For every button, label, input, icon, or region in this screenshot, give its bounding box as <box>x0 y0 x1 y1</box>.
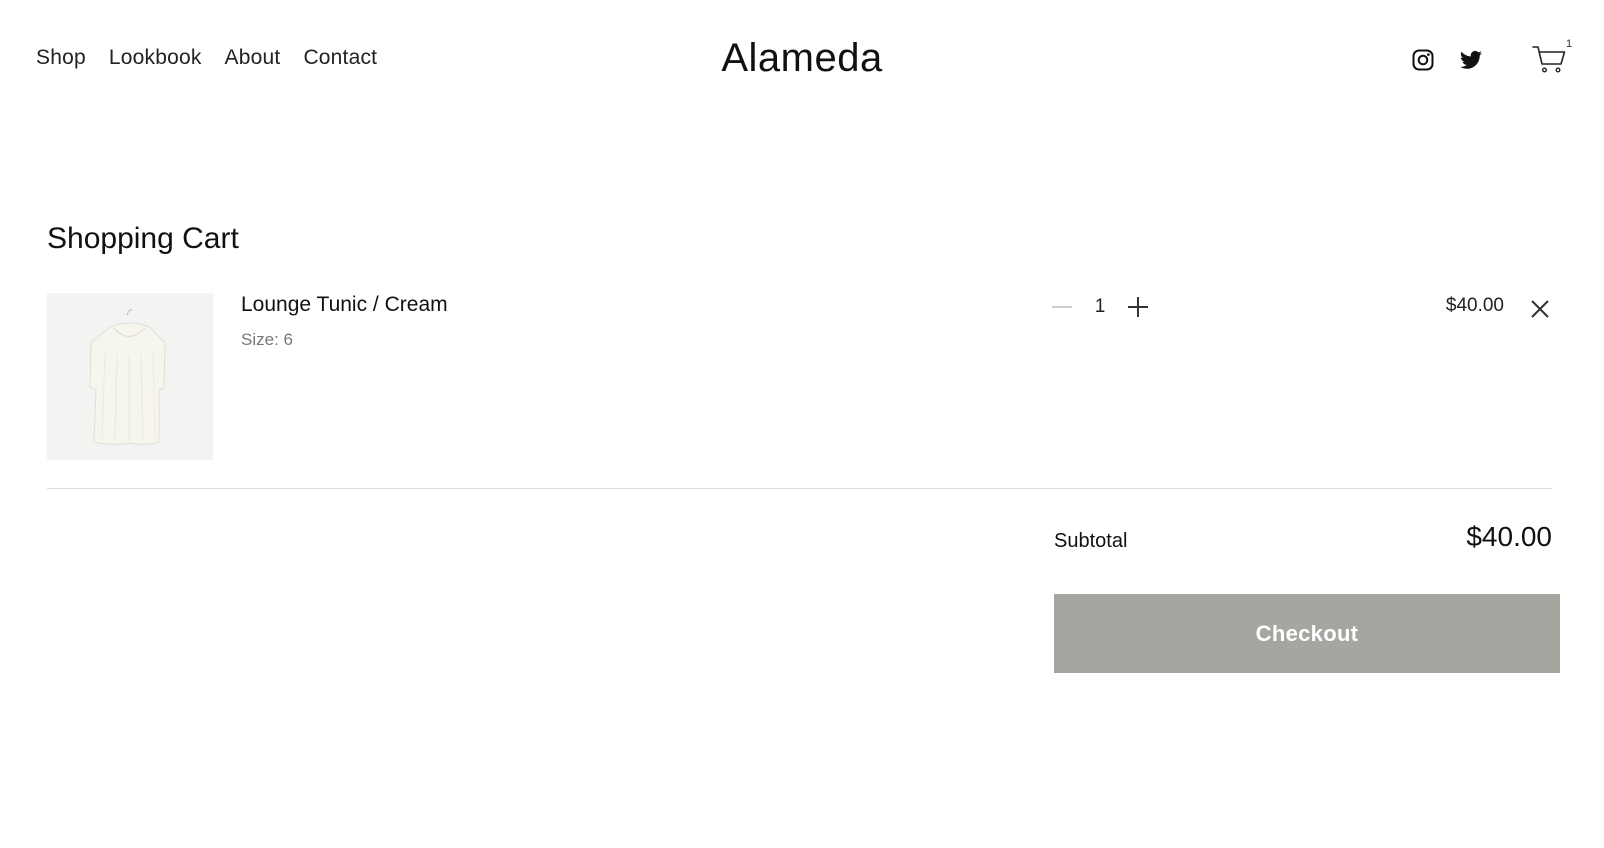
quantity-value[interactable]: 1 <box>1077 296 1123 318</box>
social-links <box>1411 48 1483 72</box>
site-header: Shop Lookbook About Contact Alameda 1 <box>0 0 1604 124</box>
cart-item-row: Lounge Tunic / Cream Size: 6 1 $40.00 <box>47 293 1552 460</box>
site-logo[interactable]: Alameda <box>0 36 1604 81</box>
cart-divider <box>47 488 1552 489</box>
quantity-stepper: 1 <box>1047 293 1153 321</box>
subtotal-value: $40.00 <box>1466 521 1552 552</box>
instagram-icon[interactable] <box>1411 48 1435 72</box>
cart-icon[interactable] <box>1532 44 1566 74</box>
product-name-link[interactable]: Lounge Tunic / Cream <box>241 293 448 317</box>
checkout-button[interactable]: Checkout <box>1054 594 1560 673</box>
product-thumbnail[interactable] <box>47 293 213 460</box>
increment-button[interactable] <box>1123 293 1153 321</box>
cart-count-badge: 1 <box>1566 38 1573 50</box>
tunic-image <box>47 293 213 460</box>
decrement-button[interactable] <box>1047 293 1077 321</box>
close-icon[interactable] <box>1528 297 1552 321</box>
subtotal-label: Subtotal <box>1054 530 1128 552</box>
size-label: Size: <box>241 330 279 349</box>
item-price: $40.00 <box>1445 295 1504 316</box>
page-title: Shopping Cart <box>47 222 239 255</box>
product-size: Size: 6 <box>241 330 293 350</box>
minus-icon <box>1052 306 1072 308</box>
size-value: 6 <box>283 330 293 349</box>
plus-icon <box>1128 297 1148 317</box>
twitter-icon[interactable] <box>1459 48 1483 72</box>
